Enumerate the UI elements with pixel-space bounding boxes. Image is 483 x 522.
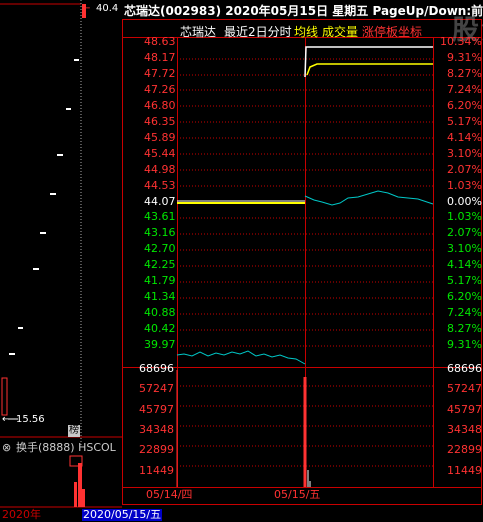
turnover-bars: [74, 463, 85, 507]
date-label-day1: 05/14/四: [146, 488, 193, 501]
price-tick-right: 5.17%: [447, 114, 482, 128]
header-date: 2020年05月15日: [225, 4, 329, 18]
day2-cyan-line: [304, 190, 434, 206]
price-tick-right: 9.31%: [447, 50, 482, 64]
sub-avg-line[interactable]: 均线: [294, 23, 318, 40]
price-tick-left: 43.16: [144, 226, 176, 240]
price-tick-right: 2.07%: [447, 226, 482, 240]
price-tick-left: 46.80: [144, 98, 176, 112]
price-tick-left: 45.44: [144, 146, 176, 160]
price-tick-left: 40.42: [144, 322, 176, 336]
bang-tag[interactable]: 榜: [68, 425, 80, 437]
stock-title: 芯瑞达(002983) 2020年05月15日 星期五 PageUp/Down:…: [124, 2, 483, 19]
price-tick-right: 7.24%: [447, 306, 482, 320]
date-label-day2: 05/15/五: [274, 488, 321, 501]
volume-tick-left: 57247: [139, 382, 174, 396]
day2-avg-line: [306, 63, 433, 76]
volume-tick-right: 22899: [447, 443, 482, 457]
day1-low-line: [176, 350, 306, 365]
price-tick-left: 48.17: [144, 50, 176, 64]
price-tick-left: 40.88: [144, 306, 176, 320]
price-tick-left: 41.34: [144, 290, 176, 304]
price-tick-left: 41.79: [144, 274, 176, 288]
price-tick-left: 47.72: [144, 66, 176, 80]
price-tick-left: 44.98: [144, 162, 176, 176]
volume-tick-right: 11449: [447, 463, 482, 477]
price-tick-right: 6.20%: [447, 290, 482, 304]
volume-bars: [176, 370, 311, 487]
price-tick-right: 9.31%: [447, 338, 482, 352]
price-tick-right: 10.34%: [440, 35, 482, 48]
sub-limit[interactable]: 涨停板坐标: [362, 23, 422, 40]
price-tick-right: 3.10%: [447, 242, 482, 256]
price-tick-right: 4.14%: [447, 258, 482, 272]
price-tick-left: 42.25: [144, 258, 176, 272]
price-tick-left: 48.63: [144, 35, 176, 48]
price-tick-left: 44.53: [144, 178, 176, 192]
volume-tick-left: 34348: [139, 422, 174, 436]
price-tick-right: 2.07%: [447, 162, 482, 176]
volume-tick-left: 68696: [139, 362, 174, 375]
price-tick-left: 43.61: [144, 210, 176, 224]
volume-tick-right: 45797: [447, 402, 482, 416]
price-tick-right: 6.20%: [447, 98, 482, 112]
price-tick-left: 46.35: [144, 114, 176, 128]
price-tick-right: 8.27%: [447, 322, 482, 336]
volume-tick-right: 57247: [447, 382, 482, 396]
volume-tick-left: 22899: [139, 443, 174, 457]
price-tick-left: 39.97: [144, 338, 176, 352]
kline-low-price: 15.56: [16, 414, 45, 425]
year-label: 2020年: [2, 508, 41, 521]
price-tick-left: 47.26: [144, 82, 176, 96]
volume-tick-right: 68696: [447, 362, 482, 375]
kline-low-arrow: ←: [2, 414, 11, 425]
price-tick-right: 3.10%: [447, 146, 482, 160]
price-tick-right: 4.14%: [447, 130, 482, 144]
price-tick-right: 1.03%: [447, 178, 482, 192]
sub-period: 最近2日分时: [224, 25, 292, 39]
kline-top-price: 40.4: [96, 3, 119, 14]
price-tick-right: 0.00%: [447, 194, 482, 208]
collapse-icon[interactable]: ⊗: [2, 442, 11, 454]
price-tick-right: 1.03%: [447, 210, 482, 224]
volume-tick-left: 45797: [139, 402, 174, 416]
kline-high-arrow: ←: [82, 3, 91, 14]
nav-hint: PageUp/Down:前后日: [372, 4, 483, 18]
sub-volume[interactable]: 成交量: [322, 23, 358, 40]
price-tick-left: 42.70: [144, 242, 176, 256]
kline-panel[interactable]: ← 40.4 ← 15.56 榜 ⊗ 换手(8888) HSCOL 2020年 …: [0, 0, 163, 522]
price-tick-right: 8.27%: [447, 66, 482, 80]
price-tick-left: 45.89: [144, 130, 176, 144]
volume-tick-left: 11449: [139, 463, 174, 477]
price-tick-right: 5.17%: [447, 274, 482, 288]
price-tick-right: 7.24%: [447, 82, 482, 96]
kline-dashes: [9, 59, 79, 355]
header-weekday: 星期五: [332, 4, 369, 18]
indicator-label[interactable]: 换手(8888) HSCOL: [16, 442, 116, 454]
volume-tick-right: 34348: [447, 422, 482, 436]
price-tick-left: 44.07: [144, 194, 176, 208]
day2-price-line: [304, 46, 433, 78]
stock-code: 芯瑞达(002983): [124, 4, 222, 18]
